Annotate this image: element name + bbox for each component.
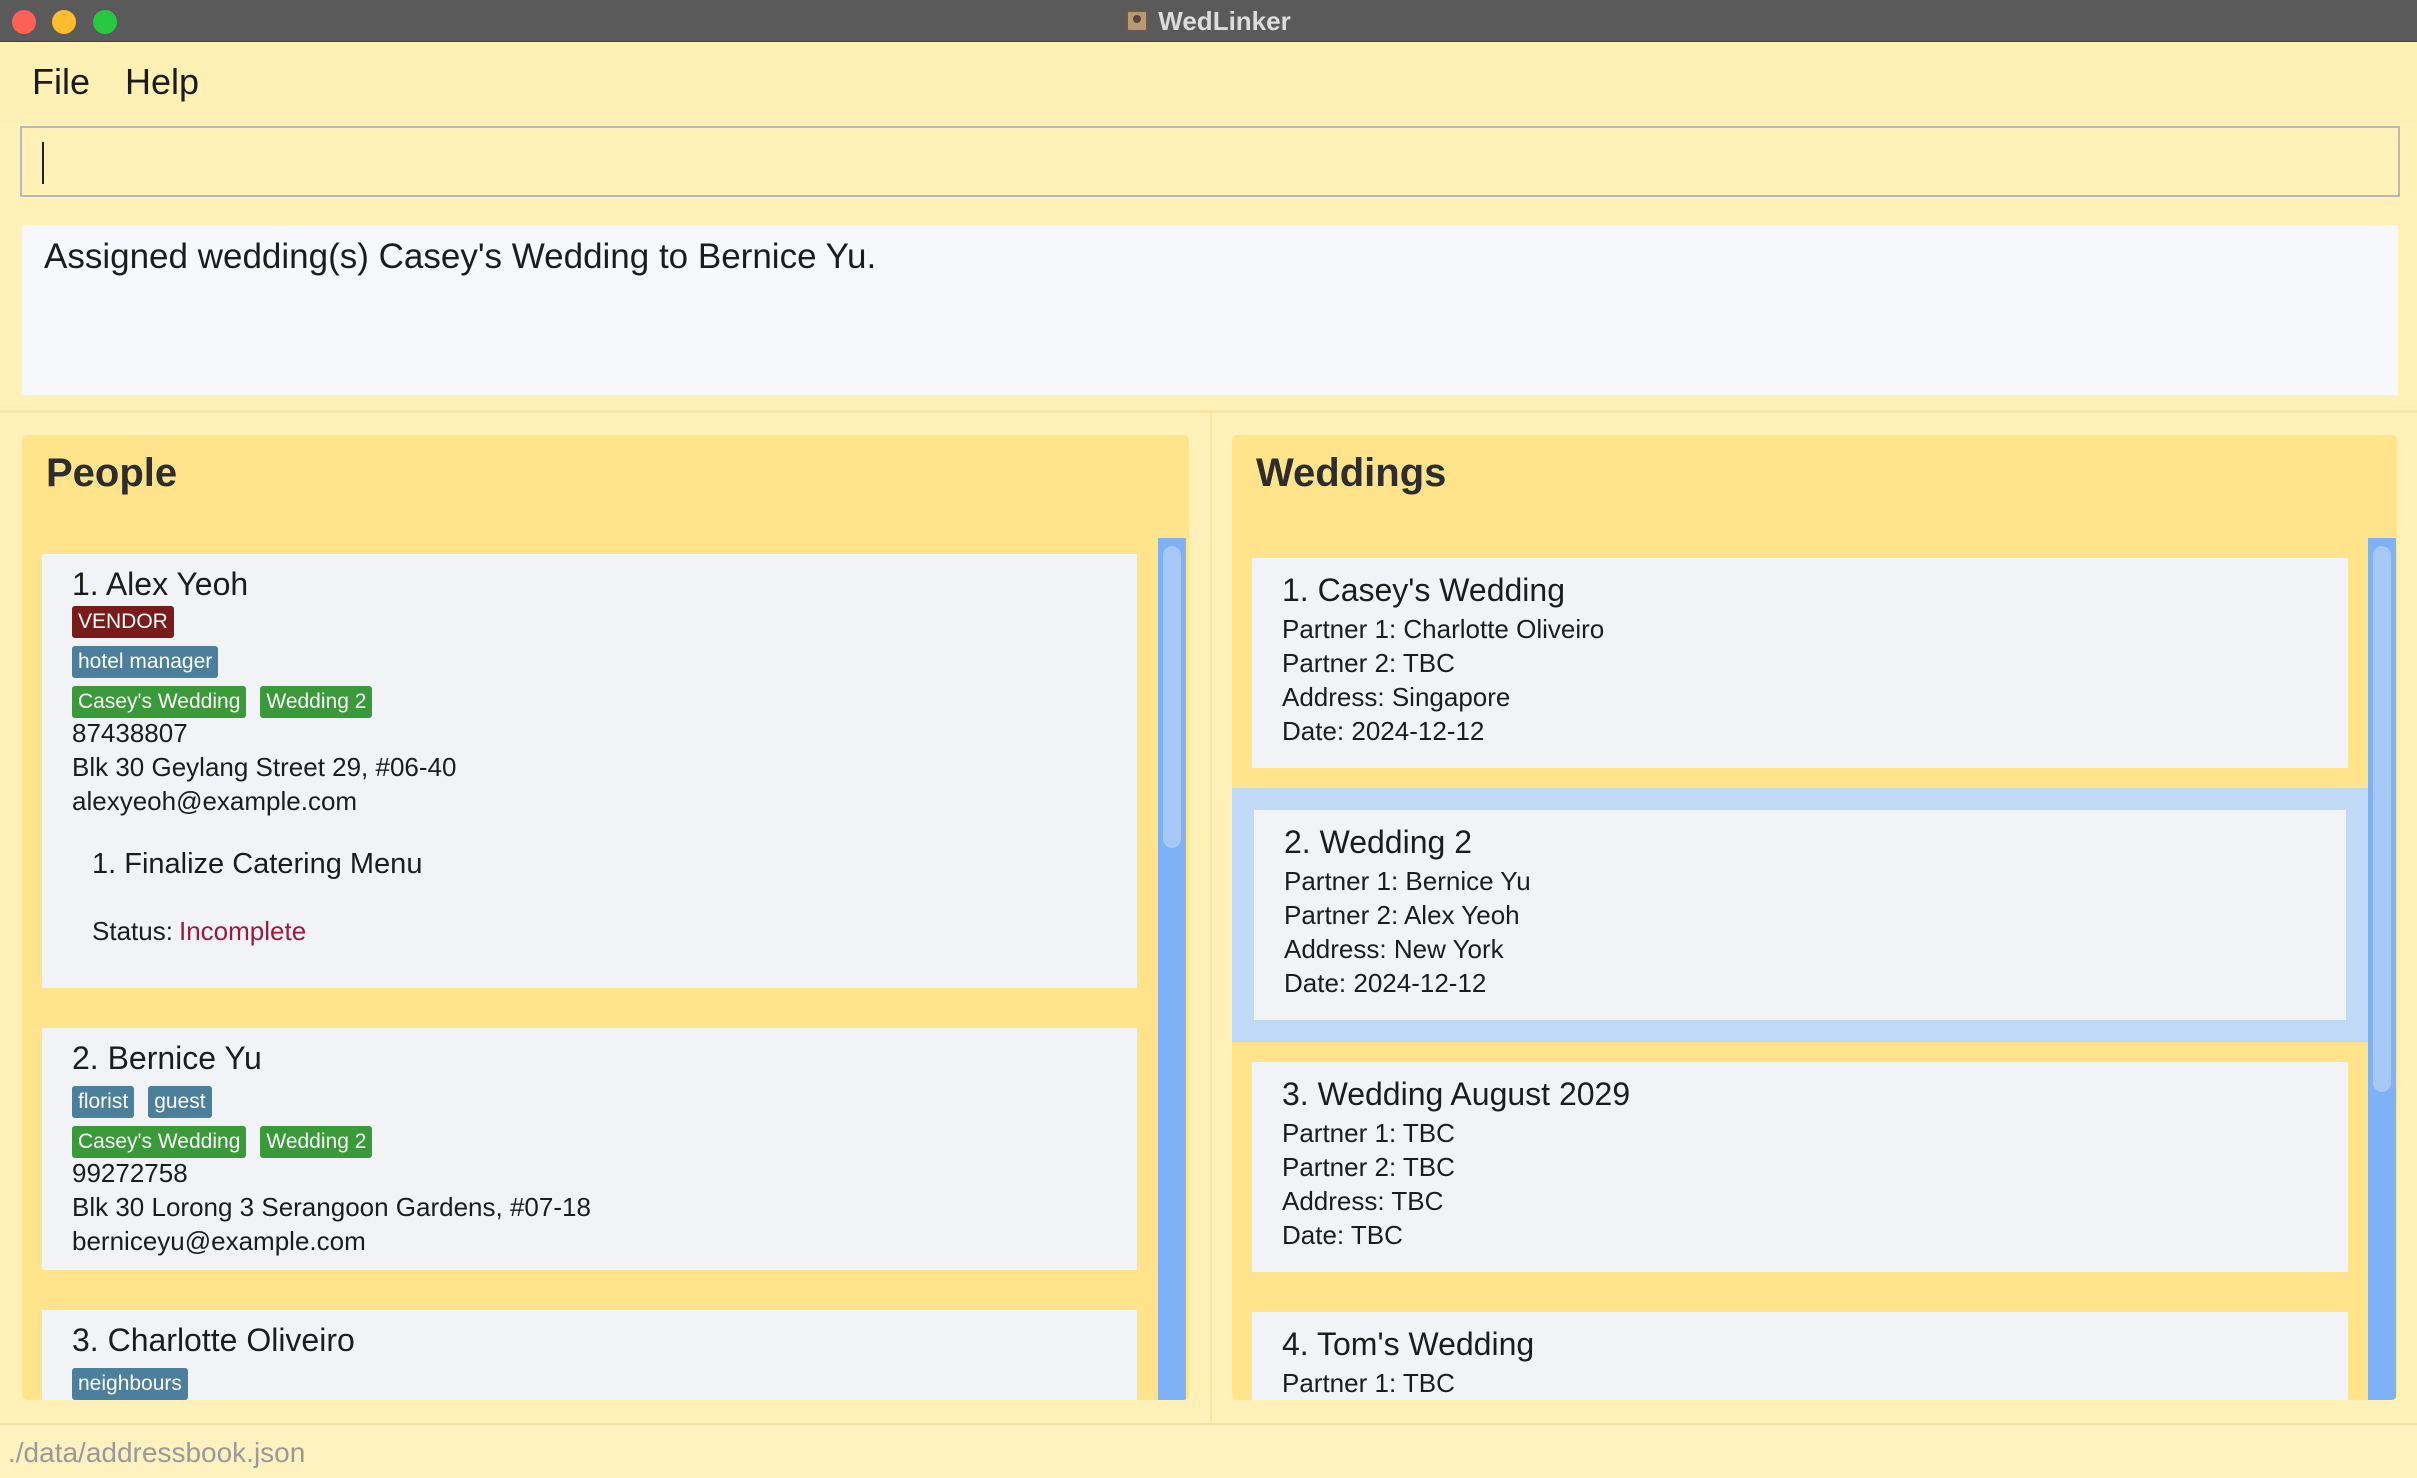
task-item: 1. Finalize Catering Menu (92, 848, 423, 880)
wedding-partner2: Partner 2: TBC (1282, 648, 1455, 678)
wedding-name: 3. Wedding August 2029 (1282, 1076, 1631, 1112)
save-location: ./data/addressbook.json (8, 1437, 306, 1468)
app-icon (1126, 10, 1149, 32)
person-name: 1. Alex Yeoh (72, 566, 249, 602)
people-title: People (46, 451, 178, 495)
weddings-scrollbar[interactable] (2368, 538, 2396, 1400)
wedding-date: Date: TBC (1282, 1220, 1403, 1250)
person-name: 2. Bernice Yu (72, 1040, 262, 1076)
result-message: Assigned wedding(s) Casey's Wedding to B… (44, 237, 877, 276)
wedding-name: 4. Tom's Wedding (1282, 1326, 1535, 1362)
wedding-partner2: Partner 2: TBC (1282, 1152, 1455, 1182)
wedding-tag: Wedding 2 (260, 686, 373, 718)
wedding-partner2: Partner 2: Alex Yeoh (1284, 900, 1520, 930)
person-card[interactable]: 3. Charlotte Oliveiro neighbours (42, 1310, 1137, 1400)
person-email: berniceyu@example.com (72, 1226, 366, 1256)
split-divider[interactable] (0, 410, 2417, 413)
person-address: Blk 30 Lorong 3 Serangoon Gardens, #07-1… (72, 1192, 591, 1222)
people-scroll-thumb[interactable] (1163, 546, 1181, 848)
wedding-name: 2. Wedding 2 (1284, 824, 1472, 860)
people-list[interactable]: 1. Alex Yeoh VENDOR hotel manager Casey'… (22, 538, 1189, 1400)
text-caret (42, 142, 44, 184)
pane-divider[interactable] (1210, 413, 1212, 1423)
command-input[interactable] (20, 126, 2400, 197)
wedding-card[interactable]: 4. Tom's Wedding Partner 1: TBC (1252, 1312, 2348, 1400)
menu-bar: File Help (0, 43, 2417, 121)
wedding-address: Address: New York (1284, 934, 1504, 964)
wedding-partner1: Partner 1: TBC (1282, 1368, 1455, 1398)
weddings-list[interactable]: 1. Casey's Wedding Partner 1: Charlotte … (1232, 538, 2397, 1400)
task-status-label: Status: (92, 916, 173, 946)
wedding-tag: Wedding 2 (260, 1126, 373, 1158)
wedding-address: Address: TBC (1282, 1186, 1444, 1216)
menu-file[interactable]: File (32, 61, 90, 103)
person-name: 3. Charlotte Oliveiro (72, 1322, 355, 1358)
wedding-partner1: Partner 1: Charlotte Oliveiro (1282, 614, 1605, 644)
window-title: WedLinker (1158, 5, 1291, 36)
wedding-date: Date: 2024-12-12 (1282, 716, 1485, 746)
wedding-card-selected[interactable]: 2. Wedding 2 Partner 1: Bernice Yu Partn… (1254, 810, 2346, 1020)
result-display: Assigned wedding(s) Casey's Wedding to B… (22, 225, 2398, 395)
person-email: alexyeoh@example.com (72, 786, 358, 816)
person-phone: 87438807 (72, 718, 188, 748)
people-panel: People 1. Alex Yeoh VENDOR hotel manager… (22, 435, 1189, 1400)
wedding-date: Date: 2024-12-12 (1284, 968, 1487, 998)
person-card[interactable]: 2. Bernice Yu florist guest Casey's Wedd… (42, 1028, 1137, 1270)
wedding-tag: Casey's Wedding (72, 686, 247, 718)
role-tag: VENDOR (72, 606, 174, 638)
person-tag: florist (72, 1086, 135, 1118)
weddings-scroll-thumb[interactable] (2373, 546, 2391, 1092)
title-bar: WedLinker (0, 0, 2417, 42)
wedding-name: 1. Casey's Wedding (1282, 572, 1565, 608)
person-tag: hotel manager (72, 646, 219, 678)
wedding-tag: Casey's Wedding (72, 1126, 247, 1158)
person-tag: guest (148, 1086, 212, 1118)
person-card[interactable]: 1. Alex Yeoh VENDOR hotel manager Casey'… (42, 554, 1137, 988)
task-status-value: Incomplete (179, 916, 307, 946)
wedding-card[interactable]: 3. Wedding August 2029 Partner 1: TBC Pa… (1252, 1062, 2348, 1272)
weddings-title: Weddings (1256, 451, 1447, 495)
wedding-address: Address: Singapore (1282, 682, 1511, 712)
menu-help[interactable]: Help (125, 61, 199, 103)
person-address: Blk 30 Geylang Street 29, #06-40 (72, 752, 457, 782)
people-scrollbar[interactable] (1158, 538, 1186, 1400)
wedding-partner1: Partner 1: Bernice Yu (1284, 866, 1531, 896)
person-phone: 99272758 (72, 1158, 188, 1188)
person-tag: neighbours (72, 1368, 188, 1400)
weddings-panel: Weddings 1. Casey's Wedding Partner 1: C… (1232, 435, 2397, 1400)
wedding-partner1: Partner 1: TBC (1282, 1118, 1455, 1148)
wedding-card[interactable]: 1. Casey's Wedding Partner 1: Charlotte … (1252, 558, 2348, 768)
status-bar: ./data/addressbook.json (0, 1423, 2417, 1478)
